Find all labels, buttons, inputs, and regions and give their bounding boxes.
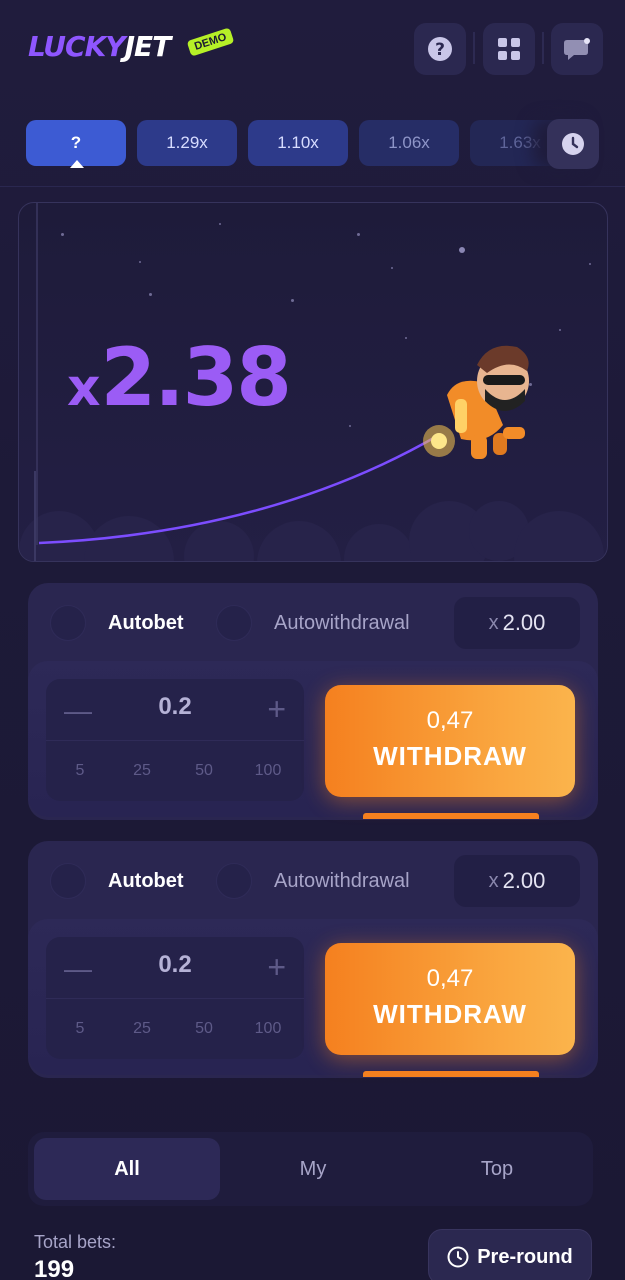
autobet-label: Autobet [108,870,184,892]
menu-button[interactable] [483,23,535,75]
stake-value[interactable]: 0.2 [46,693,304,721]
bet-panel-2-controls: — 0.2 + 5 25 50 100 0,47 WITHDRAW [28,919,598,1077]
history-button[interactable] [547,119,599,169]
withdraw-progress-bar [363,1071,539,1077]
lucky-jet-page: LUCKYJET DEMO ? ? 1.29x 1.10x 1.06x 1.63… [0,0,625,1280]
withdraw-label: WITHDRAW [373,741,527,771]
autowithdrawal-checkbox[interactable] [216,863,252,899]
quick-amount-button[interactable]: 100 [238,1007,298,1051]
autobet-label: Autobet [108,612,184,634]
jet-character-icon [423,345,529,459]
total-bets-value: 199 [34,1256,75,1280]
clock-icon [447,1246,469,1268]
stake-input: — 0.2 + 5 25 50 100 [46,679,304,801]
preround-label: Pre-round [477,1245,573,1268]
history-item[interactable]: 1.29x [137,120,237,166]
autobet-checkbox[interactable] [50,605,86,641]
quick-amount-button[interactable]: 5 [50,749,110,793]
header-divider [473,32,475,64]
bet-panel-2: Autobet Autowithdrawal x 2.00 — 0.2 + 5 2… [28,841,598,1078]
withdraw-progress-bar [363,813,539,819]
history-item[interactable]: 1.06x [359,120,459,166]
quick-amount-button[interactable]: 50 [174,749,234,793]
help-icon: ? [428,37,452,61]
bet-panel-1: Autobet Autowithdrawal x 2.00 — 0.2 + 5 2… [28,583,598,820]
chat-button[interactable] [551,23,603,75]
withdraw-button[interactable]: 0,47 WITHDRAW [325,685,575,797]
game-canvas: x2.38 [18,202,608,562]
autowithdrawal-multiplier-input[interactable]: x 2.00 [454,855,580,907]
logo: LUCKYJET DEMO [28,27,258,70]
history-current-caret [70,160,84,168]
quick-amount-button[interactable]: 25 [112,749,172,793]
quick-amount-button[interactable]: 100 [238,749,298,793]
stake-stepper: — 0.2 + [46,679,304,741]
withdraw-label: WITHDRAW [373,999,527,1029]
autowithdrawal-checkbox[interactable] [216,605,252,641]
logo-jet: JET [124,30,172,63]
autowithdrawal-multiplier-input[interactable]: x 2.00 [454,597,580,649]
multiplier-x-prefix: x [488,869,499,892]
withdraw-amount: 0,47 [426,965,474,992]
stake-stepper: — 0.2 + [46,937,304,999]
withdraw-button[interactable]: 0,47 WITHDRAW [325,943,575,1055]
withdraw-amount: 0,47 [426,707,474,734]
demo-badge: DEMO [186,27,235,57]
tab-all[interactable]: All [34,1138,220,1200]
header: LUCKYJET DEMO ? [0,0,625,100]
svg-text:?: ? [435,40,445,60]
autobet-checkbox[interactable] [50,863,86,899]
header-divider [542,32,544,64]
multiplier-x-prefix: x [488,611,499,634]
preround-button[interactable]: Pre-round [428,1229,592,1280]
grid-icon [498,38,520,60]
chat-icon [564,38,590,60]
bets-tabs: All My Top [28,1132,593,1206]
quick-amount-button[interactable]: 50 [174,1007,234,1051]
multiplier-x-value: 2.00 [502,868,546,893]
history-item[interactable]: 1.10x [248,120,348,166]
bet-panel-2-settings: Autobet Autowithdrawal x 2.00 [28,841,598,919]
autowithdrawal-label: Autowithdrawal [274,870,410,892]
stake-input: — 0.2 + 5 25 50 100 [46,937,304,1059]
quick-amount-button[interactable]: 5 [50,1007,110,1051]
tab-my[interactable]: My [220,1138,406,1200]
autowithdrawal-label: Autowithdrawal [274,612,410,634]
multiplier-x-value: 2.00 [502,610,546,635]
bet-panel-1-controls: — 0.2 + 5 25 50 100 0,47 WITHDRAW [28,661,598,819]
plus-button[interactable]: + [267,949,286,986]
logo-lucky: LUCKY [28,30,126,63]
clock-icon [562,133,584,155]
bet-panel-1-settings: Autobet Autowithdrawal x 2.00 [28,583,598,661]
tab-top[interactable]: Top [404,1138,590,1200]
plus-button[interactable]: + [267,691,286,728]
quick-amount-button[interactable]: 25 [112,1007,172,1051]
divider [0,186,625,187]
help-button[interactable]: ? [414,23,466,75]
total-bets-label: Total bets: [34,1232,117,1252]
stake-value[interactable]: 0.2 [46,951,304,979]
